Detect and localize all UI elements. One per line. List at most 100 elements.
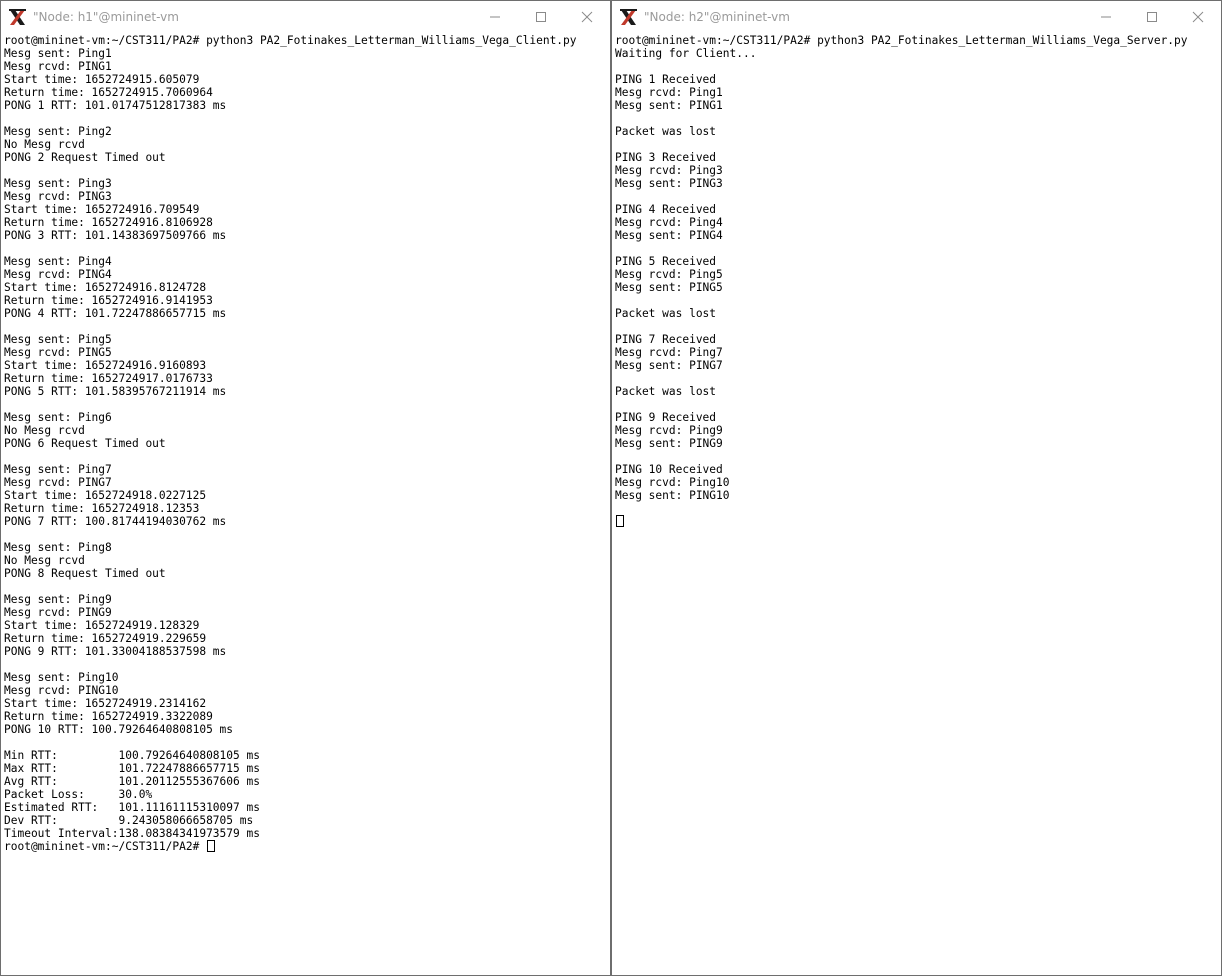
terminal-line: Mesg rcvd: Ping1 bbox=[615, 86, 723, 99]
terminal-line: PING 1 Received bbox=[615, 73, 717, 86]
terminal-line: Mesg rcvd: PING1 bbox=[4, 60, 112, 73]
terminal-line: Mesg rcvd: PING9 bbox=[4, 606, 112, 619]
terminal-prompt-line[interactable] bbox=[615, 515, 1219, 528]
terminal-line: PONG 9 RTT: 101.33004188537598 ms bbox=[4, 645, 227, 658]
terminal-line: PONG 1 RTT: 101.01747512817383 ms bbox=[4, 99, 227, 112]
terminal-line: PONG 10 RTT: 100.79264640808105 ms bbox=[4, 723, 234, 736]
terminal-line: Mesg rcvd: PING10 bbox=[4, 684, 119, 697]
terminal-line: Return time: 1652724915.7060964 bbox=[4, 86, 213, 99]
terminal-line: Waiting for Client... bbox=[615, 47, 757, 60]
terminal-area[interactable]: root@mininet-vm:~/CST311/PA2# python3 PA… bbox=[615, 34, 1219, 973]
terminal-window-h1[interactable]: "Node: h1"@mininet-vm root@mininet-vm:~/… bbox=[0, 0, 611, 976]
terminal-line: Mesg sent: Ping4 bbox=[4, 255, 112, 268]
terminal-line: Mesg sent: PING10 bbox=[615, 489, 730, 502]
terminal-line: root@mininet-vm:~/CST311/PA2# python3 PA… bbox=[4, 34, 577, 47]
title-bar[interactable]: "Node: h1"@mininet-vm bbox=[1, 1, 610, 32]
xterm-icon bbox=[620, 9, 637, 25]
terminal-line: Mesg sent: Ping7 bbox=[4, 463, 112, 476]
maximize-button[interactable] bbox=[518, 1, 564, 32]
title-bar[interactable]: "Node: h2"@mininet-vm bbox=[612, 1, 1221, 32]
terminal-line: Mesg sent: Ping5 bbox=[4, 333, 112, 346]
terminal-output: root@mininet-vm:~/CST311/PA2# python3 PA… bbox=[615, 34, 1219, 515]
minimize-button[interactable] bbox=[1083, 1, 1129, 32]
terminal-line: Mesg sent: PING4 bbox=[615, 229, 723, 242]
window-title: "Node: h2"@mininet-vm bbox=[644, 10, 790, 24]
terminal-line: Return time: 1652724918.12353 bbox=[4, 502, 200, 515]
text-cursor bbox=[207, 840, 216, 852]
terminal-line: PONG 8 Request Timed out bbox=[4, 567, 166, 580]
terminal-line: Mesg rcvd: Ping10 bbox=[615, 476, 730, 489]
terminal-line: Return time: 1652724919.229659 bbox=[4, 632, 207, 645]
terminal-line: Packet was lost bbox=[615, 307, 717, 320]
close-button[interactable] bbox=[564, 1, 610, 32]
terminal-line: Mesg sent: Ping3 bbox=[4, 177, 112, 190]
terminal-line: PING 10 Received bbox=[615, 463, 723, 476]
terminal-line: Mesg rcvd: Ping9 bbox=[615, 424, 723, 437]
terminal-line: PONG 5 RTT: 101.58395767211914 ms bbox=[4, 385, 227, 398]
terminal-line: Mesg sent: PING9 bbox=[615, 437, 723, 450]
terminal-line: Start time: 1652724919.128329 bbox=[4, 619, 200, 632]
terminal-prompt-line[interactable]: root@mininet-vm:~/CST311/PA2# bbox=[4, 840, 608, 853]
minimize-button[interactable] bbox=[472, 1, 518, 32]
terminal-line: Mesg sent: Ping6 bbox=[4, 411, 112, 424]
terminal-output: root@mininet-vm:~/CST311/PA2# python3 PA… bbox=[4, 34, 608, 840]
minimize-icon bbox=[490, 16, 500, 18]
terminal-line: Packet was lost bbox=[615, 385, 717, 398]
terminal-line: PONG 6 Request Timed out bbox=[4, 437, 166, 450]
maximize-icon bbox=[1147, 12, 1157, 22]
terminal-line: Start time: 1652724916.709549 bbox=[4, 203, 200, 216]
terminal-line: Mesg rcvd: Ping3 bbox=[615, 164, 723, 177]
terminal-line: Start time: 1652724916.9160893 bbox=[4, 359, 207, 372]
terminal-line: Mesg sent: PING3 bbox=[615, 177, 723, 190]
terminal-area[interactable]: root@mininet-vm:~/CST311/PA2# python3 PA… bbox=[4, 34, 608, 973]
terminal-line: Mesg rcvd: Ping4 bbox=[615, 216, 723, 229]
terminal-line: Return time: 1652724919.3322089 bbox=[4, 710, 213, 723]
window-title: "Node: h1"@mininet-vm bbox=[33, 10, 179, 24]
prompt-text: root@mininet-vm:~/CST311/PA2# bbox=[4, 840, 207, 853]
close-button[interactable] bbox=[1175, 1, 1221, 32]
terminal-line: PONG 4 RTT: 101.72247886657715 ms bbox=[4, 307, 227, 320]
terminal-line: Avg RTT: 101.20112555367606 ms bbox=[4, 775, 260, 788]
terminal-line: No Mesg rcvd bbox=[4, 554, 85, 567]
terminal-line: Start time: 1652724918.0227125 bbox=[4, 489, 207, 502]
terminal-line: Start time: 1652724919.2314162 bbox=[4, 697, 207, 710]
terminal-line: PING 7 Received bbox=[615, 333, 717, 346]
terminal-line: Mesg rcvd: Ping7 bbox=[615, 346, 723, 359]
terminal-line: Mesg rcvd: PING5 bbox=[4, 346, 112, 359]
terminal-line: Mesg rcvd: Ping5 bbox=[615, 268, 723, 281]
terminal-line: PONG 3 RTT: 101.14383697509766 ms bbox=[4, 229, 227, 242]
terminal-line: Mesg sent: PING7 bbox=[615, 359, 723, 372]
terminal-line: PING 3 Received bbox=[615, 151, 717, 164]
close-icon bbox=[581, 11, 593, 23]
maximize-button[interactable] bbox=[1129, 1, 1175, 32]
terminal-line: Return time: 1652724916.8106928 bbox=[4, 216, 213, 229]
terminal-line: Mesg sent: Ping8 bbox=[4, 541, 112, 554]
terminal-line: No Mesg rcvd bbox=[4, 424, 85, 437]
terminal-window-h2[interactable]: "Node: h2"@mininet-vm root@mininet-vm:~/… bbox=[611, 0, 1222, 976]
terminal-line: Return time: 1652724917.0176733 bbox=[4, 372, 213, 385]
terminal-line: Mesg sent: Ping2 bbox=[4, 125, 112, 138]
terminal-line: Timeout Interval:138.08384341973579 ms bbox=[4, 827, 260, 840]
terminal-line: Mesg sent: PING5 bbox=[615, 281, 723, 294]
terminal-line: Max RTT: 101.72247886657715 ms bbox=[4, 762, 260, 775]
terminal-line: Mesg sent: Ping1 bbox=[4, 47, 112, 60]
terminal-line: Mesg rcvd: PING4 bbox=[4, 268, 112, 281]
terminal-line: Return time: 1652724916.9141953 bbox=[4, 294, 213, 307]
terminal-line: Packet Loss: 30.0% bbox=[4, 788, 153, 801]
